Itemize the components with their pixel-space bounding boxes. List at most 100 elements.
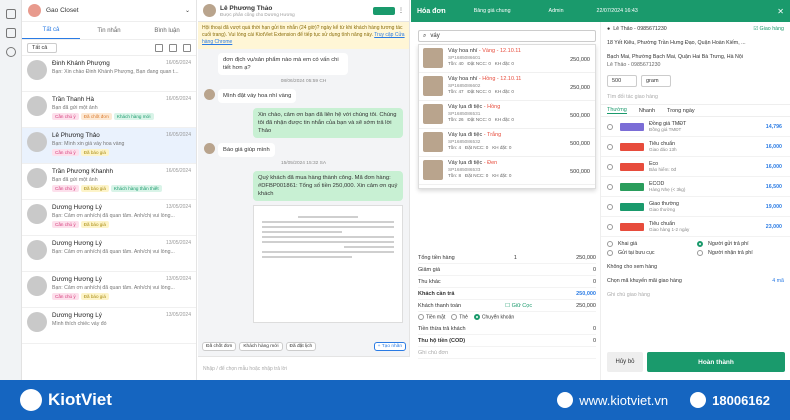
conversation-item[interactable]: Dương Hương Lý Bạn: Cảm ơn anh/chị đã qua… — [22, 200, 196, 236]
product-sku: SP1685086532 — [448, 139, 481, 144]
close-icon[interactable]: ✕ — [777, 7, 784, 16]
price-list-select[interactable]: Bảng giá chung — [474, 8, 511, 14]
kiotviet-logo-icon — [20, 389, 42, 411]
promo-row[interactable]: Chọn mã khuyến mãi giao hàng 4 mã — [601, 274, 790, 288]
tag-badge: Khách hàng mới — [113, 113, 154, 120]
radio[interactable] — [607, 223, 613, 230]
note-input[interactable]: Ghi chú đơn — [418, 350, 448, 356]
product-item[interactable]: Váy hoa nhí - Hồng - 12.10.11 SP168508660… — [419, 73, 595, 101]
tab-standard[interactable]: Thường — [607, 107, 627, 114]
tab-all[interactable]: Tất cả — [22, 22, 80, 39]
tab-sameday[interactable]: Trong ngày — [667, 108, 695, 114]
quick-tags: Đã chốt đơn Khách hàng mới Đã đặt lịch +… — [198, 340, 410, 353]
option-receiver-pay[interactable]: Người nhận trả phí — [697, 250, 784, 256]
quick-tag[interactable]: Khách hàng mới — [239, 342, 283, 351]
paid-value[interactable]: 250,000 — [576, 303, 596, 309]
option-post-office[interactable]: Gửi tại bưu cục — [607, 250, 694, 256]
order-header: Hóa đơn Bảng giá chung Admin 22/07/2024 … — [411, 0, 790, 22]
unit-select[interactable]: gram — [641, 75, 671, 87]
carrier-option[interactable]: Tiêu chuẩn Giao đáo 13h 16,000 — [601, 137, 790, 157]
deliver-checkbox[interactable]: ☑ Giao hàng — [753, 25, 784, 33]
invoice-image[interactable] — [253, 205, 403, 323]
message-list: đơn địch vụ/sản phẩm nào mà em có vấn ch… — [198, 49, 409, 349]
tab-messages[interactable]: Tin nhắn — [80, 22, 138, 39]
gear-icon[interactable] — [5, 47, 16, 57]
carrier-option[interactable]: Giao thường Giao thường 19,000 — [601, 197, 790, 217]
pay-cash[interactable]: Tiền mặt — [418, 314, 445, 321]
product-sku: SP1685086531 — [448, 111, 481, 116]
pay-card[interactable]: Thẻ — [451, 314, 468, 321]
conversation-preview: Bạn: Cảm ơn anh/chị đã quan tâm. Anh/chị… — [52, 213, 175, 219]
phone-icon — [690, 392, 707, 408]
product-search-input[interactable]: ⌕ váy — [418, 30, 596, 42]
carrier-option[interactable]: Tiêu chuẩn Giao hàng 1-2 ngày 23,000 — [601, 217, 790, 237]
filter-icon[interactable] — [169, 43, 177, 52]
create-tag-button[interactable]: + Tạo nhãn — [373, 342, 406, 351]
carrier-price: 16,500 — [765, 183, 782, 190]
customer-name[interactable]: Lê Thảo - 0985671230 — [613, 25, 753, 33]
product-stock: Tồn: 8 — [448, 173, 462, 178]
chat-header: Lê Phương Thảo Được phân công cho Dương … — [198, 0, 409, 22]
tab-comments[interactable]: Bình luận — [138, 22, 196, 39]
conversation-item[interactable]: Trần Phương Khanhh Bạn đã gửi một ảnh Cần … — [22, 164, 196, 200]
discount-value[interactable]: 0 — [593, 267, 596, 273]
conversation-date: 16/05/2024 — [165, 96, 191, 102]
order-title[interactable]: Hóa đơn — [417, 8, 446, 15]
more-icon[interactable]: ⋮ — [398, 7, 404, 14]
view-goods-select[interactable]: Không cho xem hàng — [601, 260, 790, 274]
quick-tag[interactable]: Đã đặt lịch — [285, 342, 317, 351]
radio[interactable] — [607, 183, 613, 190]
header-actions[interactable] — [373, 6, 395, 15]
tag-badge: Đã báo giá — [80, 293, 109, 300]
product-item[interactable]: Váy lụa đi tiệc - Trắng SP1685086532 Tồn: … — [419, 129, 595, 157]
chat-icon[interactable] — [5, 9, 16, 19]
cancel-button[interactable]: Hủy bỏ — [607, 352, 643, 372]
conversation-item[interactable]: Lê Phương Thảo Bạn: Mình xin giá váy hoa … — [22, 128, 196, 164]
pay-transfer[interactable]: Chuyển khoản — [473, 314, 514, 321]
carrier-option[interactable]: Đồng giá TMĐT Đồng giá TMĐT 14,796 — [601, 117, 790, 137]
conversation-item[interactable]: Đinh Khánh Phượng Bạn: Xin chào Đinh Khán… — [22, 56, 196, 92]
grid-icon[interactable] — [5, 28, 16, 38]
product-item[interactable]: Váy lụa đi tiệc - Hồng SP1685086531 Tồn: 2… — [419, 101, 595, 129]
other-value[interactable]: 0 — [593, 279, 596, 285]
conversation-date: 16/05/2024 — [165, 60, 191, 66]
option-declare[interactable]: Khai giá — [607, 241, 694, 247]
carrier-option[interactable]: Eco Bảo hiểm: 0đ 16,000 — [601, 157, 790, 177]
radio[interactable] — [607, 143, 613, 150]
shipping-note[interactable]: Ghi chú giao hàng — [601, 288, 790, 302]
chat-pane: Lê Phương Thảo Được phân công cho Dương … — [198, 0, 410, 380]
conversation-item[interactable]: Dương Hương Lý Bạn: Cảm ơn anh/chị đã qua… — [22, 236, 196, 272]
carrier-option[interactable]: ECOD Hàng Nhẹ (< 3kg) 16,500 — [601, 177, 790, 197]
product-stock: Tồn: 4 — [448, 145, 462, 150]
option-sender-pay[interactable]: Người gửi trả phí — [697, 241, 784, 247]
conversation-item[interactable]: Dương Hương Lý Bạn: Cảm ơn anh/chị đã qua… — [22, 272, 196, 308]
shop-selector[interactable]: Gao Closet ⌄ — [22, 0, 196, 22]
user-select[interactable]: Admin — [549, 8, 564, 14]
tab-fast[interactable]: Nhanh — [639, 108, 655, 114]
conversation-item[interactable]: Dương Hương Lý Mình thích chiếc váy đó 13/… — [22, 308, 196, 344]
menu-icon[interactable] — [183, 43, 191, 52]
from-address[interactable]: 18 Yết Kiêu, Phường Trần Hưng Đạo, Quận … — [601, 36, 790, 50]
complete-button[interactable]: Hoàn thành — [647, 352, 785, 372]
conversation-preview: Bạn: Mình xin giá váy hoa vàng — [52, 141, 125, 147]
sort-icon[interactable] — [155, 43, 163, 52]
weight-input[interactable]: 500 — [607, 75, 637, 87]
product-item[interactable]: Váy lụa đi tiệc - Đen SP1685086533 Tồn: 8 … — [419, 157, 595, 185]
radio[interactable] — [607, 203, 613, 210]
tag-badge: Đã báo giá — [80, 149, 109, 156]
filter-select[interactable]: Tất cả — [27, 42, 57, 53]
carrier-price: 14,796 — [765, 123, 782, 130]
product-item[interactable]: Váy hoa nhí - Vàng - 12.10.11 SP168508660… — [419, 45, 595, 73]
conversation-preview: Bạn: Cảm ơn anh/chị đã quan tâm. Anh/chị… — [52, 249, 175, 255]
conversation-item[interactable]: Trần Thanh Hà Bạn đã gửi một ảnh Cần chú ý… — [22, 92, 196, 128]
partner-search[interactable]: Tìm đối tác giao hàng — [601, 90, 790, 105]
radio[interactable] — [607, 163, 613, 170]
tag-badge: Đã báo giá — [80, 185, 109, 192]
to-address[interactable]: Bạch Mai, Phường Bạch Mai, Quận Hai Bà T… — [601, 50, 790, 72]
message-input[interactable]: Nhập / để chọn mẫu hoặc nhập trả lời — [198, 356, 410, 380]
carrier-price: 23,000 — [765, 223, 782, 230]
tag-badge: Đã chốt đơn — [80, 113, 112, 120]
deposit-toggle[interactable]: ☐ Giữ Cọc — [505, 303, 532, 309]
quick-tag[interactable]: Đã chốt đơn — [202, 342, 237, 351]
radio[interactable] — [607, 123, 613, 130]
